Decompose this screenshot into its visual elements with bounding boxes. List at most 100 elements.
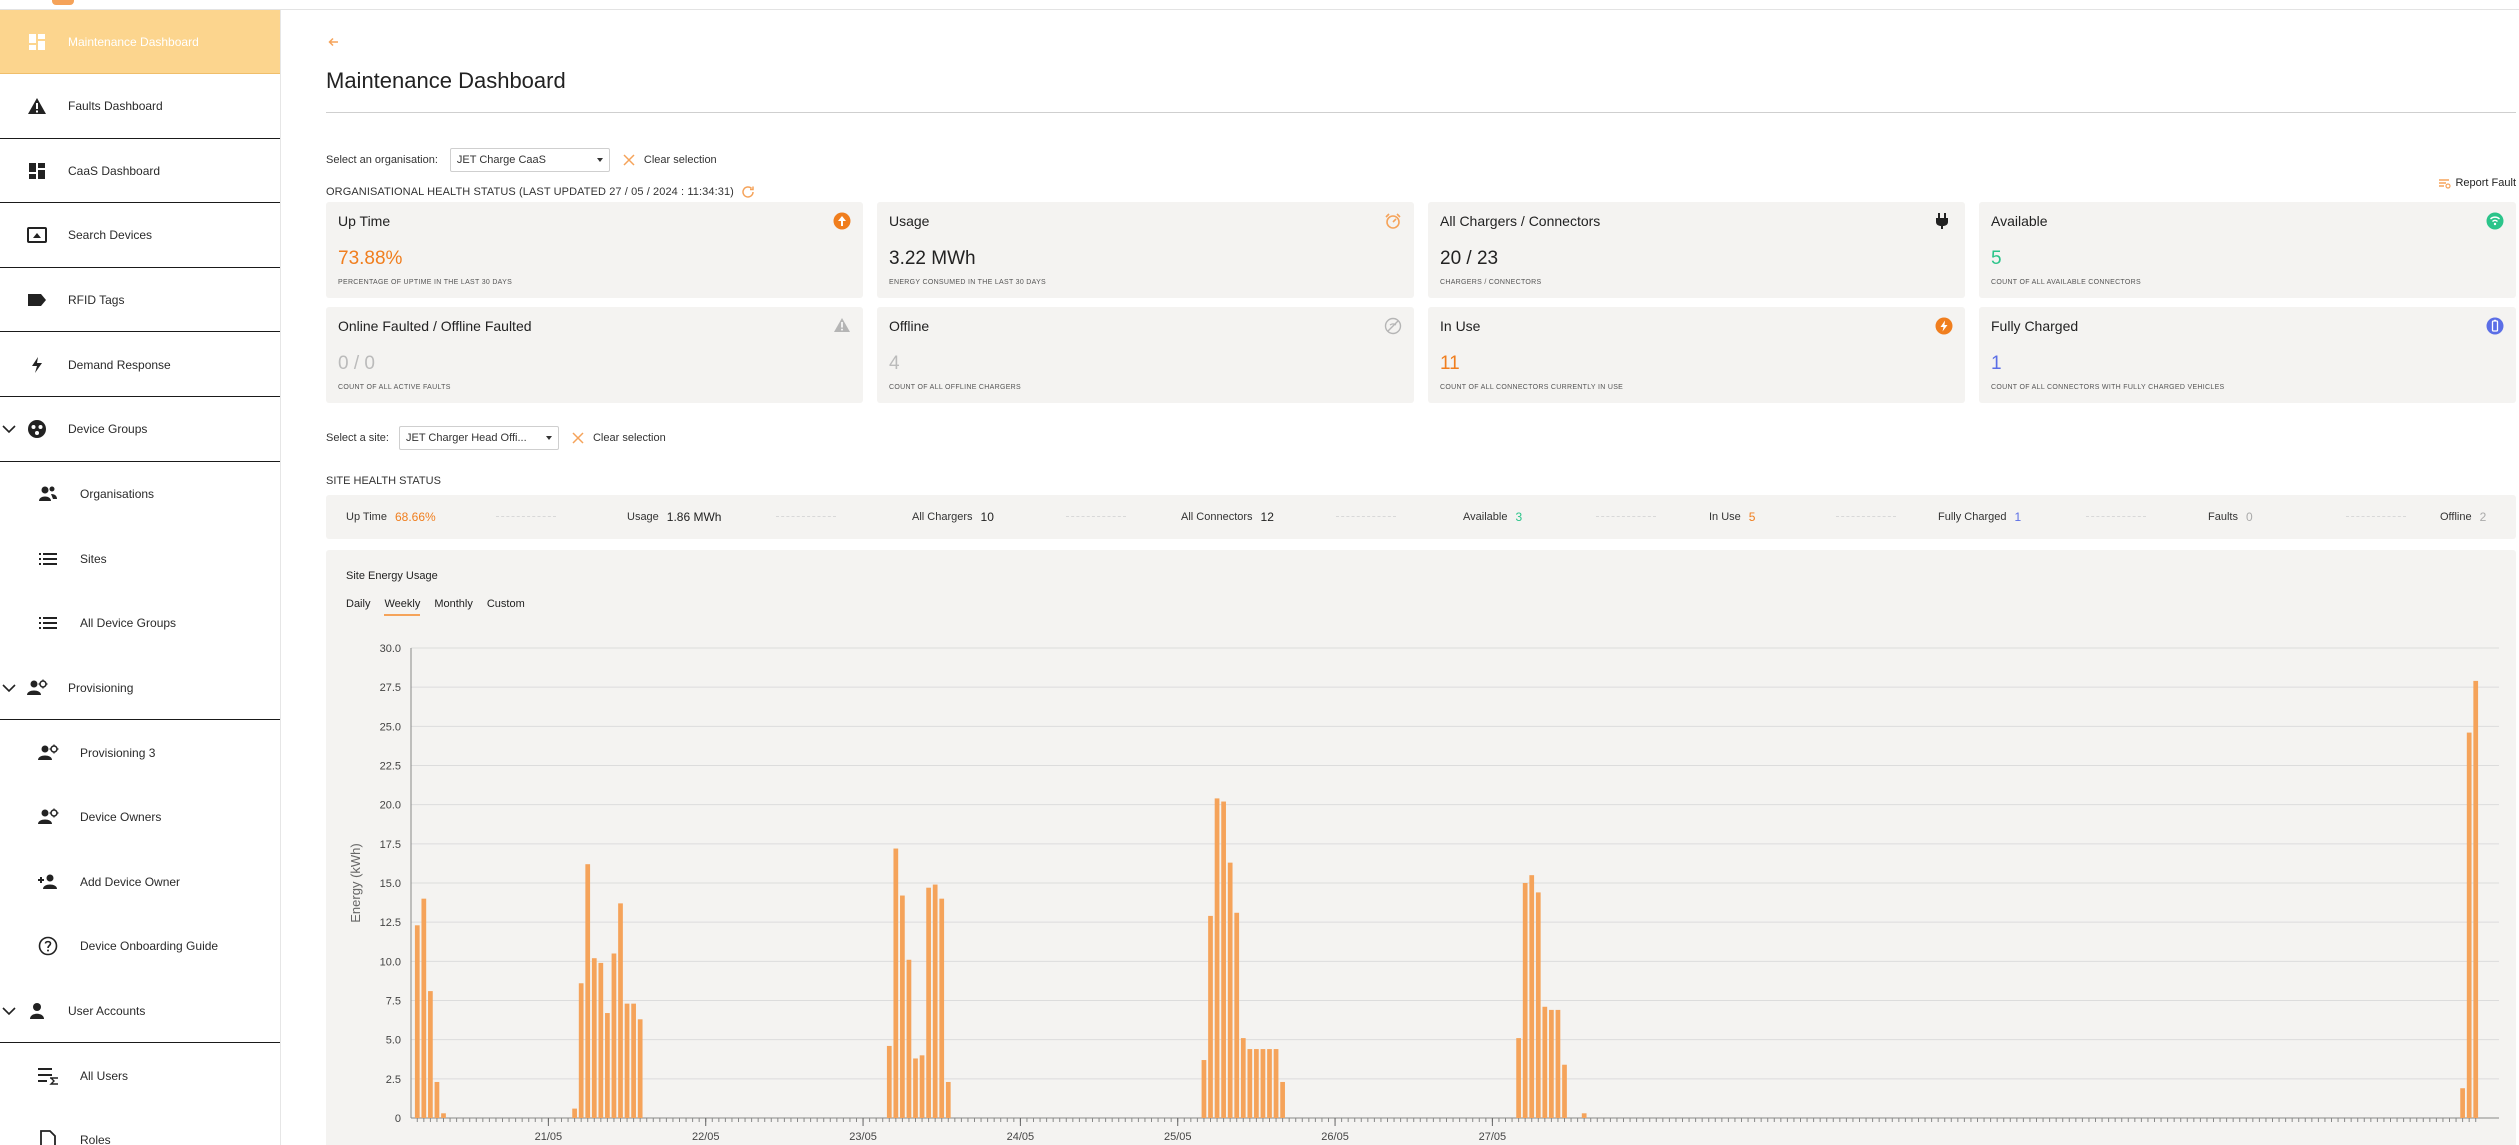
bar — [926, 887, 931, 1118]
card-in-use[interactable]: In Use 11 COUNT OF ALL CONNECTORS CURRENTL… — [1428, 307, 1965, 403]
usage-icon — [1384, 212, 1402, 230]
bar — [1227, 862, 1233, 1118]
sidebar-item-all-device-groups[interactable]: All Device Groups — [0, 591, 280, 655]
provisioning-icon — [37, 806, 59, 828]
site-stat-label: Up Time — [346, 511, 387, 523]
organisation-selector-row: Select an organisation: JET Charge CaaS … — [326, 146, 717, 174]
x-tick-label: 25/05 — [1164, 1131, 1192, 1143]
sidebar-item-label: Demand Response — [68, 357, 171, 372]
y-tick-label: 5.0 — [386, 1035, 401, 1047]
offline-icon — [1384, 317, 1402, 335]
bar — [591, 958, 597, 1118]
site-health-bar: Up Time 68.66% Usage 1.86 MWh All Chargers 10… — [326, 495, 2516, 539]
site-stat-value: 1.86 MWh — [666, 510, 722, 524]
site-stat-in-use: In Use 5 — [1709, 495, 1755, 539]
stat-separator — [1336, 516, 1396, 517]
card-subtitle: CHARGERS / CONNECTORS — [1440, 279, 1542, 286]
card-all-chargers-connectors[interactable]: All Chargers / Connectors 20 / 23 CHARGERS… — [1428, 202, 1965, 298]
bar — [1208, 915, 1213, 1118]
sidebar-item-maintenance-dashboard[interactable]: Maintenance Dashboard — [0, 10, 280, 74]
bar — [2460, 1088, 2465, 1118]
bar — [945, 1081, 951, 1118]
card-available[interactable]: Available 5 COUNT OF ALL AVAILABLE CONNECT… — [1979, 202, 2516, 298]
sidebar-item-device-owners[interactable]: Device Owners — [0, 785, 280, 849]
chevron-down-icon — [545, 436, 552, 440]
x-tick-label: 26/05 — [1321, 1131, 1349, 1143]
sidebar-item-organisations[interactable]: Organisations — [0, 462, 280, 526]
sidebar-item-label: Add Device Owner — [80, 874, 181, 889]
chevron-down-icon[interactable] — [1, 680, 17, 696]
dashboard-icon — [26, 160, 48, 182]
title-divider — [326, 112, 2516, 113]
sidebar-item-label: User Accounts — [68, 1003, 146, 1018]
bar — [637, 1019, 643, 1118]
sidebar-item-provisioning[interactable]: Provisioning — [0, 656, 280, 720]
site-select[interactable]: JET Charger Head Offi... — [398, 426, 559, 450]
y-tick-label: 0 — [395, 1113, 401, 1125]
y-tick-label: 10.0 — [380, 956, 401, 968]
site-stat-label: Offline — [2440, 511, 2472, 523]
organisation-health-label: ORGANISATIONAL HEALTH STATUS (LAST UPDAT… — [326, 186, 734, 198]
sidebar-item-search-devices[interactable]: Search Devices — [0, 204, 280, 268]
site-stat-all-chargers: All Chargers 10 — [912, 495, 994, 539]
sidebar-item-add-device-owner[interactable]: Add Device Owner — [0, 850, 280, 914]
sidebar-item-demand-response[interactable]: Demand Response — [0, 333, 280, 397]
sidebar-item-sites[interactable]: Sites — [0, 527, 280, 591]
card-value: 4 — [889, 353, 900, 374]
card-title: Online Faulted / Offline Faulted — [338, 318, 532, 334]
stat-separator — [496, 516, 556, 517]
main-content: Maintenance Dashboard Select an organisa… — [326, 10, 2516, 1145]
card-value: 0 / 0 — [338, 353, 375, 374]
site-stat-up-time: Up Time 68.66% — [346, 495, 436, 539]
sidebar-item-label: CaaS Dashboard — [68, 163, 161, 178]
bar — [1522, 883, 1528, 1118]
sidebar-item-roles[interactable]: Roles — [0, 1108, 280, 1145]
card-fully-charged[interactable]: Fully Charged 1 COUNT OF ALL CONNECTORS WI… — [1979, 307, 2516, 403]
bar — [434, 1081, 440, 1118]
chevron-down-icon[interactable] — [1, 1003, 17, 1019]
card-offline[interactable]: Offline 4 COUNT OF ALL OFFLINE CHARGERS — [877, 307, 1414, 403]
card-usage[interactable]: Usage 3.22 MWh ENERGY CONSUMED IN THE LAST… — [877, 202, 1414, 298]
sidebar-item-faults-dashboard[interactable]: Faults Dashboard — [0, 75, 280, 139]
refresh-icon[interactable] — [740, 184, 756, 200]
sidebar-item-device-groups[interactable]: Device Groups — [0, 398, 280, 462]
clear-organisation-button[interactable]: Clear selection — [622, 153, 717, 167]
card-subtitle: COUNT OF ALL AVAILABLE CONNECTORS — [1991, 279, 2141, 286]
card-title: Up Time — [338, 213, 391, 229]
report-fault-label: Report Fault — [2455, 177, 2516, 189]
card-subtitle: COUNT OF ALL CONNECTORS CURRENTLY IN USE — [1440, 384, 1624, 391]
x-tick-label: 27/05 — [1479, 1131, 1507, 1143]
y-tick-label: 25.0 — [380, 721, 401, 733]
bar — [1247, 1049, 1253, 1118]
organisation-select[interactable]: JET Charge CaaS — [449, 148, 610, 172]
top-bar — [0, 0, 2519, 10]
bar — [1562, 1064, 1567, 1118]
sidebar-item-rfid-tags[interactable]: RFID Tags — [0, 268, 280, 333]
bar — [1234, 912, 1240, 1118]
stat-separator — [2346, 516, 2406, 517]
report-fault-button[interactable]: Report Fault — [2437, 176, 2516, 190]
bar — [624, 1003, 630, 1118]
chevron-down-icon[interactable] — [1, 421, 17, 437]
card-online-faulted-offline-faulted[interactable]: Online Faulted / Offline Faulted 0 / 0 COU… — [326, 307, 863, 403]
sidebar-item-all-users[interactable]: All Users — [0, 1044, 280, 1108]
card-up-time[interactable]: Up Time 73.88% PERCENTAGE OF UPTIME IN THE… — [326, 202, 863, 298]
clear-site-button[interactable]: Clear selection — [571, 431, 666, 445]
sidebar-item-label: Device Groups — [68, 422, 148, 437]
y-tick-label: 7.5 — [386, 996, 401, 1008]
sidebar-item-caas-dashboard[interactable]: CaaS Dashboard — [0, 139, 280, 204]
back-arrow-icon[interactable] — [326, 34, 342, 50]
sidebar-item-device-onboarding-guide[interactable]: Device Onboarding Guide — [0, 914, 280, 978]
plug-icon — [1935, 212, 1953, 230]
bar — [441, 1113, 446, 1118]
sidebar-item-label: Provisioning 3 — [80, 745, 156, 760]
sidebar-item-user-accounts[interactable]: User Accounts — [0, 979, 280, 1043]
bar — [598, 962, 604, 1118]
card-subtitle: COUNT OF ALL ACTIVE FAULTS — [338, 384, 451, 391]
site-stat-value: 68.66% — [394, 510, 436, 524]
site-stat-label: Available — [1463, 511, 1508, 523]
provisioning-icon — [26, 677, 48, 699]
sidebar-item-provisioning-3[interactable]: Provisioning 3 — [0, 721, 280, 785]
organisation-health-status: ORGANISATIONAL HEALTH STATUS (LAST UPDAT… — [326, 180, 756, 204]
add-person-icon — [37, 871, 59, 893]
